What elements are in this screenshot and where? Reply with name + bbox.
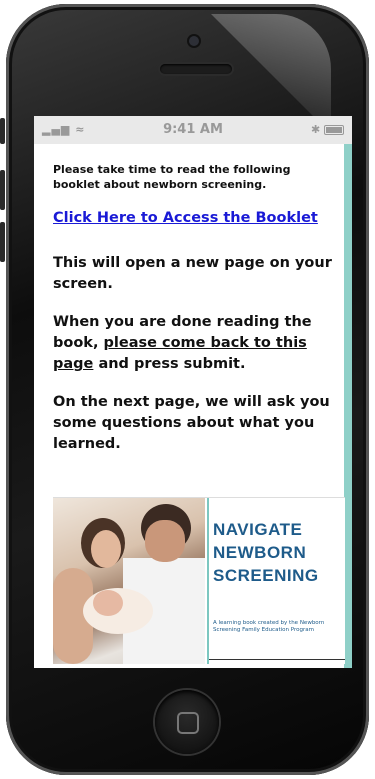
instruction-come-back: When you are done reading the book, plea…: [53, 314, 312, 372]
instruction-next-page: On the next page, we will ask you some q…: [53, 394, 330, 452]
access-booklet-link[interactable]: Click Here to Access the Booklet: [53, 209, 335, 227]
home-button[interactable]: [155, 690, 219, 754]
cover-subtitle: A learning book created by the Newborn S…: [213, 620, 325, 633]
bluetooth-icon: ✱: [310, 123, 321, 136]
mute-switch: [0, 118, 5, 144]
earpiece-speaker: [160, 64, 232, 74]
phone-screen: ▂▄▆ ≈ 9:41 AM ✱ Please take time to read…: [34, 116, 352, 668]
instruction-open-page: This will open a new page on your screen…: [53, 255, 332, 292]
cover-base-line: [209, 659, 345, 660]
booklet-cover-image[interactable]: NAVIGATE NEWBORN SCREENING A learning bo…: [53, 497, 345, 664]
volume-up-button: [0, 170, 5, 210]
cover-divider: [207, 498, 209, 664]
accent-bar: [344, 144, 352, 668]
intro-text: Please take time to read the following b…: [53, 163, 291, 191]
battery-icon: ✱: [311, 123, 344, 136]
home-square-icon: [177, 712, 199, 734]
cover-title: NAVIGATE NEWBORN SCREENING: [213, 520, 319, 585]
status-bar: ▂▄▆ ≈ 9:41 AM ✱: [34, 116, 352, 144]
status-time: 9:41 AM: [163, 122, 223, 137]
volume-down-button: [0, 222, 5, 262]
page-content: Please take time to read the following b…: [34, 144, 352, 668]
family-photo: [53, 498, 205, 664]
front-camera: [189, 36, 199, 46]
